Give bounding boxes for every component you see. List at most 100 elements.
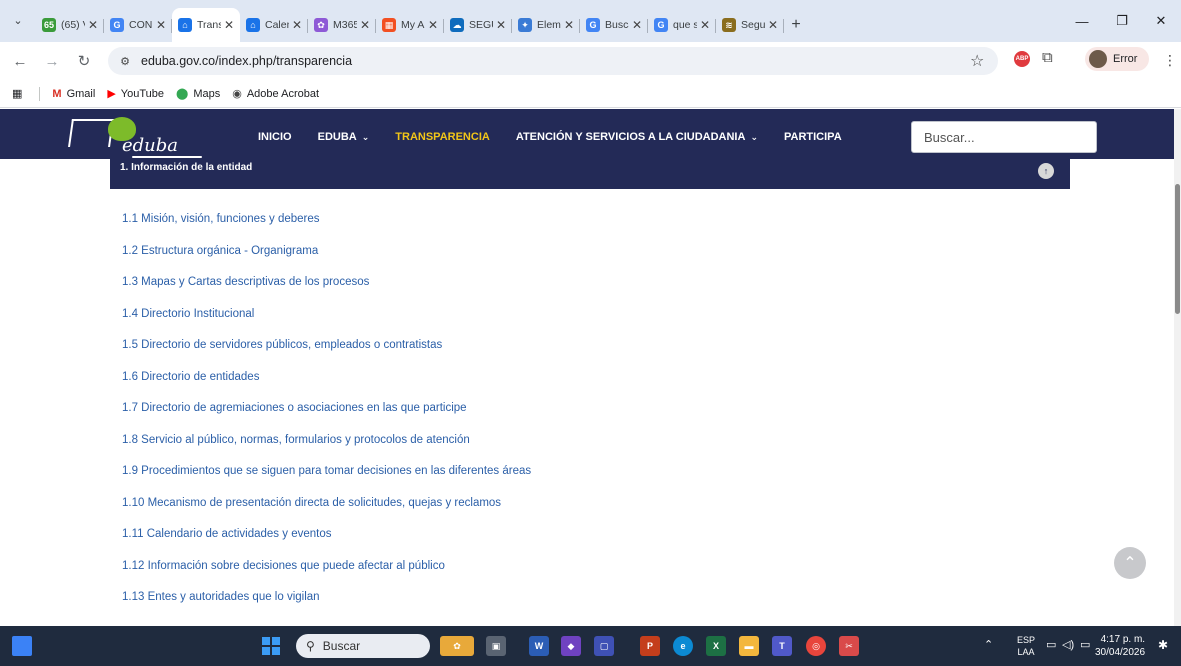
bookmark-item[interactable]: ⬤ Maps	[176, 87, 220, 101]
tray-overflow-icon[interactable]: ⌃	[984, 638, 993, 651]
info-link[interactable]: 1.9 Procedimientos que se siguen para to…	[122, 465, 531, 477]
word-icon[interactable]: W	[529, 636, 549, 656]
tab-list: 65(65) V✕GCON✕⌂Transp✕⌂Calen✕✿M365✕▦My A…	[36, 8, 808, 42]
widgets-icon[interactable]	[12, 636, 32, 656]
menu-item-label: PARTICIPA	[783, 131, 842, 143]
info-link[interactable]: 1.8 Servicio al público, normas, formula…	[122, 434, 470, 446]
tab-close-icon[interactable]: ✕	[564, 18, 574, 32]
powerpoint-icon[interactable]: P	[640, 636, 660, 656]
copilot-icon[interactable]: ◆	[561, 636, 581, 656]
snipping-tool-icon[interactable]: ✂	[839, 636, 859, 656]
menu-item[interactable]: TRANSPARENCIA	[395, 131, 490, 143]
bookmark-item[interactable]: M Gmail	[52, 87, 95, 100]
eduba-logo[interactable]: eduba	[60, 113, 210, 159]
tab-close-icon[interactable]: ✕	[428, 18, 438, 32]
bookmark-star-icon[interactable]: ☆	[970, 51, 984, 71]
browser-tab[interactable]: ▦ My A ✕	[376, 11, 444, 39]
browser-tab[interactable]: ✦ Eleme✕	[512, 11, 580, 39]
extensions-puzzle-icon[interactable]: ⧉	[1042, 49, 1053, 66]
browser-tab[interactable]: ⌂ Transp✕	[172, 8, 240, 42]
bookmark-item[interactable]: ▶ YouTube	[107, 87, 165, 101]
browser-menu-icon[interactable]: ⋮	[1163, 52, 1177, 69]
apps-grid-icon[interactable]: ▦	[12, 87, 27, 100]
restore-icon[interactable]: ❐	[1102, 8, 1142, 34]
tab-search-chevron-icon[interactable]: ⌄	[8, 10, 28, 30]
info-link[interactable]: 1.11 Calendario de actividades y eventos	[122, 528, 331, 540]
site-search-input[interactable]: Buscar...	[911, 121, 1097, 153]
reload-icon[interactable]: ↻	[74, 51, 94, 71]
menu-item[interactable]: ATENCIÓN Y SERVICIOS A LA CIUDADANIA ⌄	[516, 131, 758, 143]
notification-bell-icon[interactable]: ✱	[1158, 638, 1168, 652]
battery-icon[interactable]: ▭	[1080, 638, 1090, 651]
scrollbar-thumb[interactable]	[1175, 184, 1180, 314]
bookmark-item[interactable]: ◉ Adobe Acrobat	[232, 87, 319, 101]
network-icon[interactable]: ▭	[1046, 638, 1056, 651]
windows-taskbar: ⚲ Buscar ✿ ▣ W ◆ ▢ P e X ▬ T ◎ ✂ ⌃ ESP L…	[0, 626, 1181, 666]
info-link[interactable]: 1.3 Mapas y Cartas descriptivas de los p…	[122, 276, 369, 288]
task-view-icon[interactable]: ▣	[486, 636, 506, 656]
menu-item[interactable]: INICIO	[258, 131, 292, 143]
tab-favicon-icon: G	[586, 18, 600, 32]
file-explorer-icon[interactable]: ▬	[739, 636, 759, 656]
tab-close-icon[interactable]: ✕	[88, 18, 98, 32]
store-icon[interactable]: ▢	[594, 636, 614, 656]
tab-close-icon[interactable]: ✕	[496, 18, 506, 32]
page-scrollbar[interactable]	[1174, 109, 1181, 626]
section-header[interactable]: 1. Información de la entidad ↑	[110, 159, 1070, 189]
site-settings-icon[interactable]: ⚙	[116, 52, 134, 70]
language-indicator[interactable]: ESP LAA	[1017, 634, 1035, 658]
excel-icon[interactable]: X	[706, 636, 726, 656]
edge-icon[interactable]: e	[673, 636, 693, 656]
info-link[interactable]: 1.13 Entes y autoridades que lo vigilan	[122, 591, 320, 603]
tab-close-icon[interactable]: ✕	[224, 18, 234, 32]
browser-tab[interactable]: ⌂ Calen✕	[240, 11, 308, 39]
scroll-top-button[interactable]: ⌃	[1114, 547, 1146, 579]
tab-close-icon[interactable]: ✕	[156, 18, 166, 32]
tab-close-icon[interactable]: ✕	[632, 18, 642, 32]
tab-favicon-icon: G	[110, 18, 124, 32]
info-link[interactable]: 1.7 Directorio de agremiaciones o asocia…	[122, 402, 467, 414]
collapse-arrow-icon[interactable]: ↑	[1038, 163, 1054, 179]
adblock-extension-icon[interactable]: ABP	[1014, 51, 1030, 67]
tab-close-icon[interactable]: ✕	[292, 18, 302, 32]
browser-tab[interactable]: ☁ SEGU✕	[444, 11, 512, 39]
minimize-icon[interactable]: —	[1062, 8, 1102, 34]
info-link[interactable]: 1.2 Estructura orgánica - Organigrama	[122, 245, 318, 257]
info-link[interactable]: 1.10 Mecanismo de presentación directa d…	[122, 497, 501, 509]
info-link[interactable]: 1.4 Directorio Institucional	[122, 308, 254, 320]
tab-close-icon[interactable]: ✕	[360, 18, 370, 32]
info-link[interactable]: 1.5 Directorio de servidores públicos, e…	[122, 339, 442, 351]
tab-close-icon[interactable]: ✕	[700, 18, 710, 32]
close-window-icon[interactable]: ✕	[1141, 8, 1181, 34]
menu-item[interactable]: EDUBA ⌄	[318, 131, 370, 143]
bookmark-label: YouTube	[120, 87, 165, 100]
system-clock[interactable]: 4:17 p. m. 30/04/2026	[1095, 633, 1145, 659]
back-arrow-icon[interactable]: ←	[10, 51, 30, 71]
info-link[interactable]: 1.1 Misión, visión, funciones y deberes	[122, 213, 320, 225]
taskbar-search[interactable]: ⚲ Buscar	[296, 634, 430, 658]
new-tab-icon[interactable]: +	[784, 11, 808, 39]
teams-icon[interactable]: T	[772, 636, 792, 656]
browser-toolbar: ← → ↻ ⚙ eduba.gov.co/index.php/transpare…	[0, 42, 1181, 80]
tab-divider	[783, 19, 784, 33]
url-text[interactable]: eduba.gov.co/index.php/transparencia	[141, 54, 352, 68]
volume-icon[interactable]: ◁)	[1062, 638, 1074, 651]
browser-tab[interactable]: ✿ M365 ✕	[308, 11, 376, 39]
tab-favicon-icon: ▦	[382, 18, 396, 32]
browser-tab[interactable]: G CON ✕	[104, 11, 172, 39]
windows-start-icon[interactable]	[262, 637, 280, 655]
tab-close-icon[interactable]: ✕	[768, 18, 778, 32]
chrome-icon[interactable]: ◎	[806, 636, 826, 656]
forward-arrow-icon[interactable]: →	[42, 51, 62, 71]
menu-item[interactable]: PARTICIPA	[784, 131, 842, 143]
browser-tab[interactable]: ≋ Segu ✕	[716, 11, 784, 39]
info-link[interactable]: 1.12 Información sobre decisiones que pu…	[122, 560, 445, 572]
browser-tab[interactable]: Gque s ✕	[648, 11, 716, 39]
info-link[interactable]: 1.6 Directorio de entidades	[122, 371, 259, 383]
web-page: eduba INICIO EDUBA ⌄ TRANSPARENCIA ATENCIÓN …	[0, 109, 1174, 626]
browser-tab[interactable]: G Busca✕	[580, 11, 648, 39]
address-bar[interactable]: ⚙ eduba.gov.co/index.php/transparencia ☆	[108, 47, 998, 75]
profile-button[interactable]: Error	[1085, 47, 1149, 71]
tulips-icon[interactable]: ✿	[440, 636, 474, 656]
browser-tab[interactable]: 65 (65) V✕	[36, 11, 104, 39]
